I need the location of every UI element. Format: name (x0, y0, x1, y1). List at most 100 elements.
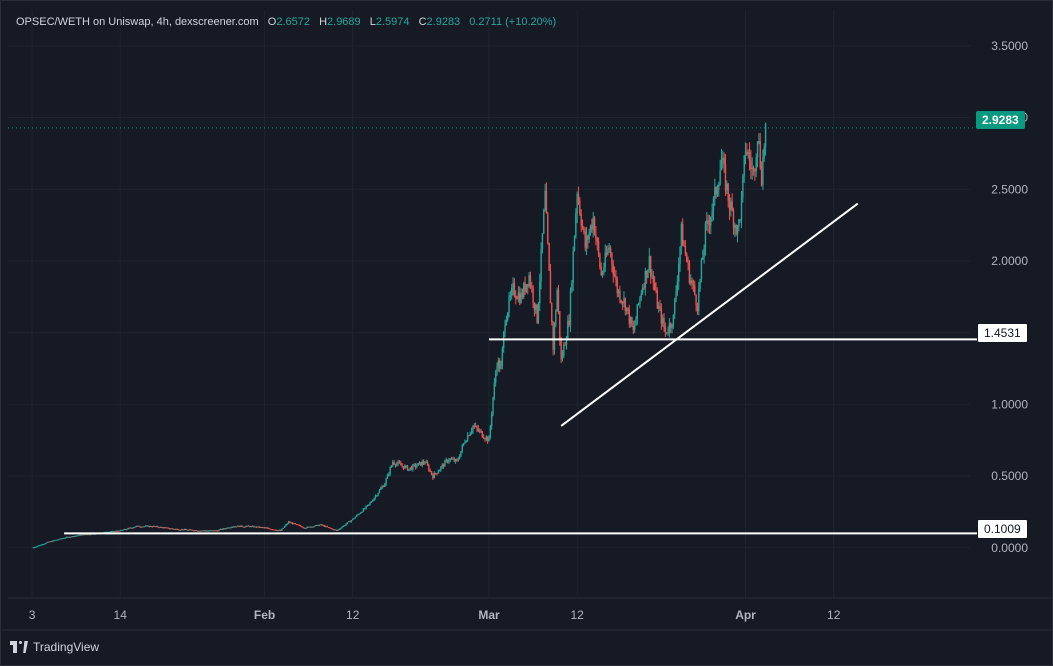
candle-body (237, 525, 239, 527)
candle-body (489, 426, 492, 438)
candle-body (728, 200, 731, 210)
candle-body (215, 530, 218, 532)
candle-body (119, 530, 121, 532)
candle-body (645, 270, 648, 278)
candle-body (410, 467, 413, 470)
candle-body (548, 243, 550, 271)
candle-body (433, 472, 435, 479)
candle-body (163, 527, 166, 529)
candle-body (266, 527, 268, 529)
candle-body (353, 518, 355, 520)
candle-body (695, 294, 697, 306)
candle-body (337, 529, 339, 531)
candle-body (183, 529, 186, 531)
candle-body (396, 463, 398, 466)
candle-body (72, 536, 75, 538)
candle-body (80, 534, 83, 536)
candle-body (666, 332, 668, 334)
candle-body (315, 524, 318, 526)
candle-body (555, 311, 557, 326)
candle-body (596, 238, 598, 242)
candle-body (193, 530, 195, 532)
candle-body (123, 529, 125, 531)
candle-body (382, 486, 385, 488)
candle-body (519, 292, 521, 303)
candle-body (36, 545, 39, 547)
candle-body (358, 513, 361, 515)
candle-body (473, 425, 476, 427)
candle-body (472, 425, 474, 431)
candle-body (348, 521, 350, 523)
y-tick-label: 2.5000 (991, 182, 1028, 196)
candle-body (162, 527, 164, 529)
candle-body (647, 269, 649, 278)
tradingview-logo[interactable]: TradingView (10, 640, 99, 654)
candle-body (708, 223, 711, 226)
candle-body (720, 159, 723, 171)
x-tick-label: Feb (254, 608, 275, 622)
candle-body (549, 270, 552, 304)
candle-body (687, 261, 689, 263)
candle-body (671, 326, 673, 328)
candle-body (171, 528, 174, 530)
candle-body (659, 305, 661, 309)
candle-body (164, 527, 167, 529)
candle-body (289, 521, 291, 523)
candle-body (273, 529, 275, 531)
candle-body (505, 320, 508, 325)
candle-body (719, 170, 721, 185)
candle-body (213, 530, 215, 532)
candle-body (703, 248, 705, 258)
candle-body (438, 469, 441, 472)
candle-body (568, 320, 570, 325)
candle-body (664, 327, 667, 333)
candle-body (632, 326, 634, 331)
candle-body (481, 431, 484, 438)
candle-body (608, 247, 610, 250)
candle-body (369, 502, 371, 505)
candle-body (712, 197, 715, 212)
candle-body (442, 464, 445, 467)
candle-body (426, 462, 429, 466)
candle-body (354, 516, 357, 519)
candle-body (71, 536, 73, 538)
y-tick-label: 2.0000 (991, 254, 1028, 268)
candle-body (194, 530, 196, 532)
candle-body (643, 287, 645, 289)
candle-body (517, 292, 520, 300)
candle-body (488, 437, 490, 442)
candle-body (716, 189, 719, 195)
price-chart[interactable]: 0.00000.50001.00001.50002.00002.50003.00… (0, 0, 1053, 666)
candle-body (576, 194, 578, 214)
candle-body (305, 527, 307, 529)
candle-body (683, 245, 685, 247)
candle-body (178, 529, 180, 531)
candle-body (425, 462, 427, 464)
candle-body (449, 458, 451, 461)
candle-body (641, 287, 644, 294)
candle-body (156, 526, 159, 528)
candle-body (365, 505, 367, 509)
candle-body (707, 220, 709, 224)
candle-body (605, 252, 608, 255)
candle-body (715, 187, 717, 195)
candle-body (66, 536, 68, 538)
candle-body (676, 281, 679, 292)
tradingview-logo-icon (10, 641, 28, 653)
candle-body (648, 256, 651, 270)
candle-body (456, 459, 458, 461)
candle-body (321, 524, 323, 526)
candle-body (674, 300, 676, 315)
candle-body (692, 283, 695, 286)
candle-body (39, 545, 41, 547)
candle-body (704, 223, 707, 249)
candle-body (553, 325, 556, 350)
candle-body (231, 526, 234, 528)
candle-body (592, 217, 594, 230)
candle-body (637, 303, 640, 305)
trendline (560, 202, 859, 427)
candle-body (434, 472, 437, 474)
candle-body (498, 360, 501, 369)
candle-body (440, 466, 442, 470)
candle-body (702, 257, 704, 260)
